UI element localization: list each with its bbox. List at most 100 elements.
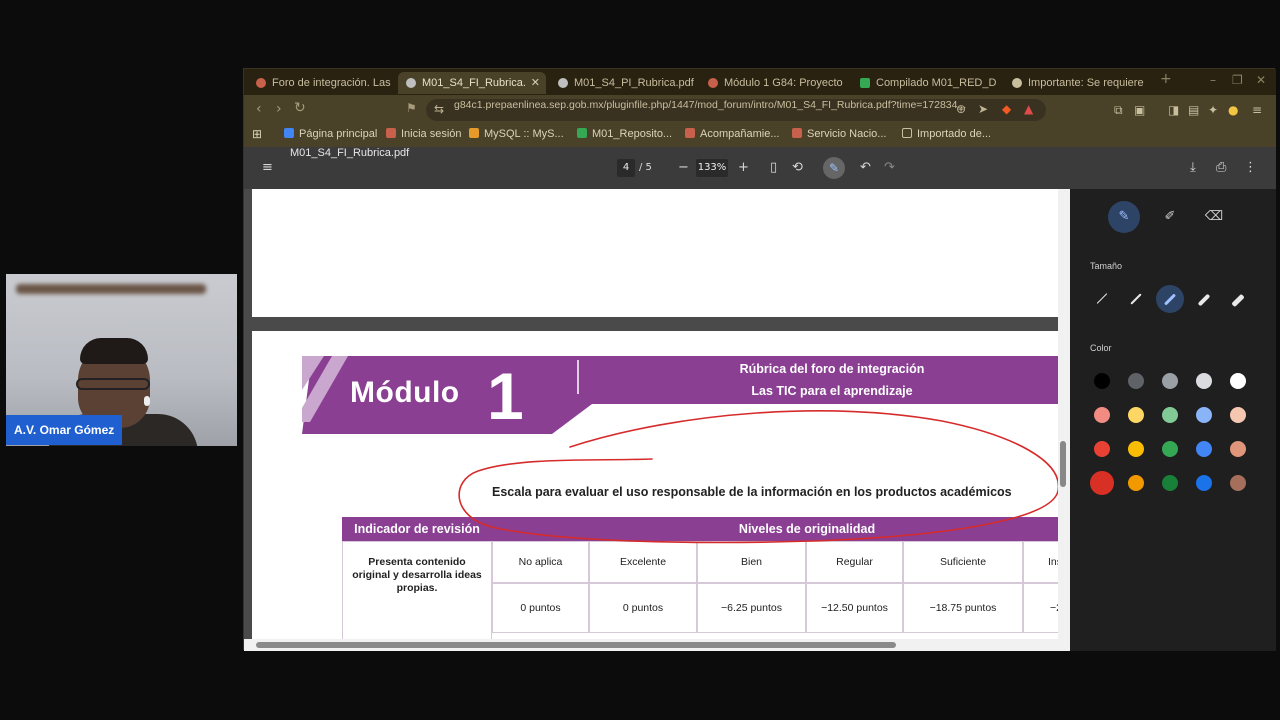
site-info-icon[interactable]: ⇆: [434, 102, 444, 116]
color-swatch[interactable]: [1196, 441, 1212, 457]
size-option-3[interactable]: [1156, 285, 1184, 313]
participant-name-label: A.V. Omar Gómez: [6, 415, 123, 445]
apps-icon[interactable]: ⊞: [252, 127, 262, 141]
vertical-scroll-thumb[interactable]: [1060, 441, 1066, 487]
color-swatch[interactable]: [1094, 373, 1110, 389]
size-option-1[interactable]: [1088, 285, 1116, 313]
bookmark-item[interactable]: Acompañamie...: [685, 128, 779, 140]
color-swatch[interactable]: [1128, 407, 1144, 423]
eraser-icon[interactable]: ⌫: [1198, 201, 1230, 233]
zoom-in-button[interactable]: +: [738, 160, 749, 175]
sidebar-icon[interactable]: ◨: [1168, 103, 1179, 117]
color-swatch[interactable]: [1162, 407, 1178, 423]
bookmarks-bar: ⊞ Página principal Inicia sesión MySQL :…: [244, 125, 1276, 147]
tab-modulo-g84[interactable]: Módulo 1 G84: Proyecto: [700, 72, 846, 94]
extensions-icon[interactable]: ⧉: [1114, 103, 1123, 118]
bookmark-label: MySQL :: MyS...: [484, 128, 564, 140]
pdf-canvas[interactable]: Módulo 1 Rúbrica del foro de integración…: [244, 189, 1070, 651]
fit-page-icon[interactable]: ▯: [770, 160, 777, 175]
size-option-2[interactable]: [1122, 285, 1150, 313]
bookmark-folder[interactable]: Importado de...: [902, 128, 991, 140]
more-options-icon[interactable]: ⋮: [1244, 160, 1257, 175]
bookmark-item[interactable]: M01_Reposito...: [577, 128, 672, 140]
color-swatch[interactable]: [1128, 475, 1144, 491]
tab-foro-integracion[interactable]: Foro de integración. Las: [248, 72, 394, 94]
color-swatch[interactable]: [1162, 373, 1178, 389]
tab-importante[interactable]: Importante: Se requiere: [1004, 72, 1150, 94]
points-cell: 0 puntos: [492, 583, 589, 633]
new-tab-button[interactable]: +: [1160, 71, 1172, 87]
indicator-cell: Presenta contenido original y desarrolla…: [342, 541, 492, 651]
download-icon[interactable]: ⤓: [1190, 160, 1196, 175]
menu-icon[interactable]: ≡: [1252, 103, 1262, 117]
profile-icon[interactable]: ●: [1228, 103, 1238, 117]
print-icon[interactable]: ⎙: [1216, 160, 1226, 175]
color-swatch[interactable]: [1094, 407, 1110, 423]
color-swatch[interactable]: [1230, 373, 1246, 389]
tab-search-icon[interactable]: ▤: [1188, 103, 1199, 117]
address-bar[interactable]: ⇆ g84c1.prepaenlinea.sep.gob.mx/pluginfi…: [426, 99, 1046, 121]
tab-bar: Foro de integración. Las M01_S4_FI_Rubri…: [244, 69, 1276, 95]
close-icon[interactable]: ✕: [531, 72, 540, 94]
send-icon[interactable]: ➤: [978, 102, 988, 116]
leo-icon[interactable]: ✦: [1208, 103, 1218, 117]
color-swatch[interactable]: [1230, 475, 1246, 491]
forward-icon[interactable]: ›: [276, 101, 282, 117]
bookmark-item[interactable]: Servicio Nacio...: [792, 128, 886, 140]
scale-heading: Escala para evaluar el uso responsable d…: [492, 485, 1012, 499]
color-swatch[interactable]: [1230, 407, 1246, 423]
tab-rubrica-fi[interactable]: M01_S4_FI_Rubrica. ✕: [398, 72, 546, 94]
horizontal-scrollbar[interactable]: [244, 639, 1058, 651]
pdf-filename: M01_S4_FI_Rubrica.pdf: [290, 147, 410, 159]
rewards-icon[interactable]: ▲: [1024, 102, 1033, 116]
redo-icon[interactable]: ↷: [884, 160, 895, 175]
vertical-scrollbar[interactable]: [1058, 189, 1070, 651]
earbud: [144, 396, 150, 406]
pen-icon[interactable]: ✎: [1108, 201, 1140, 233]
color-swatch[interactable]: [1162, 475, 1178, 491]
bookmark-item[interactable]: MySQL :: MyS...: [469, 128, 564, 140]
page-number-input[interactable]: 4: [617, 159, 635, 177]
rotate-icon[interactable]: ⟲: [792, 160, 803, 175]
color-swatch[interactable]: [1162, 441, 1178, 457]
annotate-pen-icon[interactable]: ✎: [823, 157, 845, 179]
color-swatch[interactable]: [1128, 441, 1144, 457]
url-text[interactable]: g84c1.prepaenlinea.sep.gob.mx/pluginfile…: [454, 99, 966, 121]
highlighter-icon[interactable]: ✐: [1154, 201, 1186, 233]
color-swatch[interactable]: [1090, 471, 1114, 495]
points-cell: 0 puntos: [589, 583, 697, 633]
color-swatch[interactable]: [1196, 407, 1212, 423]
color-swatch[interactable]: [1230, 441, 1246, 457]
color-swatch[interactable]: [1196, 373, 1212, 389]
hamburger-menu-icon[interactable]: ≡: [262, 160, 273, 175]
brave-shield-icon[interactable]: ◆: [1002, 102, 1011, 116]
close-window-icon[interactable]: ✕: [1256, 73, 1266, 87]
tab-compilado[interactable]: Compilado M01_RED_D: [852, 72, 998, 94]
level-cell: Regular: [806, 541, 903, 583]
tab-rubrica-pi[interactable]: M01_S4_PI_Rubrica.pdf: [550, 72, 696, 94]
points-cell: −6.25 puntos: [697, 583, 806, 633]
color-swatch[interactable]: [1094, 441, 1110, 457]
color-swatch[interactable]: [1128, 373, 1144, 389]
rubric-title: Rúbrica del foro de integración: [739, 362, 925, 376]
wallet-icon[interactable]: ▣: [1134, 103, 1145, 117]
zoom-icon[interactable]: ⊕: [956, 102, 966, 116]
minimize-icon[interactable]: –: [1210, 73, 1216, 87]
size-option-5[interactable]: [1224, 285, 1252, 313]
bookmark-item[interactable]: Inicia sesión: [386, 128, 462, 140]
back-icon[interactable]: ‹: [256, 101, 262, 117]
reload-icon[interactable]: ↻: [294, 100, 306, 116]
size-option-4[interactable]: [1190, 285, 1218, 313]
annotation-panel: ✎ ✐ ⌫ Tamaño Color: [1070, 189, 1276, 651]
bookmark-icon[interactable]: ⚑: [406, 101, 417, 115]
undo-icon[interactable]: ↶: [860, 160, 871, 175]
zoom-level-input[interactable]: 133%: [696, 159, 728, 177]
bookmark-item[interactable]: Página principal: [284, 128, 377, 140]
level-cell: No aplica: [492, 541, 589, 583]
zoom-out-button[interactable]: −: [678, 160, 689, 175]
color-swatch[interactable]: [1196, 475, 1212, 491]
tab-label: Importante: Se requiere: [1028, 77, 1144, 89]
horizontal-scroll-thumb[interactable]: [256, 642, 896, 648]
maximize-icon[interactable]: ❐: [1232, 73, 1243, 87]
person-glasses: [76, 378, 150, 390]
